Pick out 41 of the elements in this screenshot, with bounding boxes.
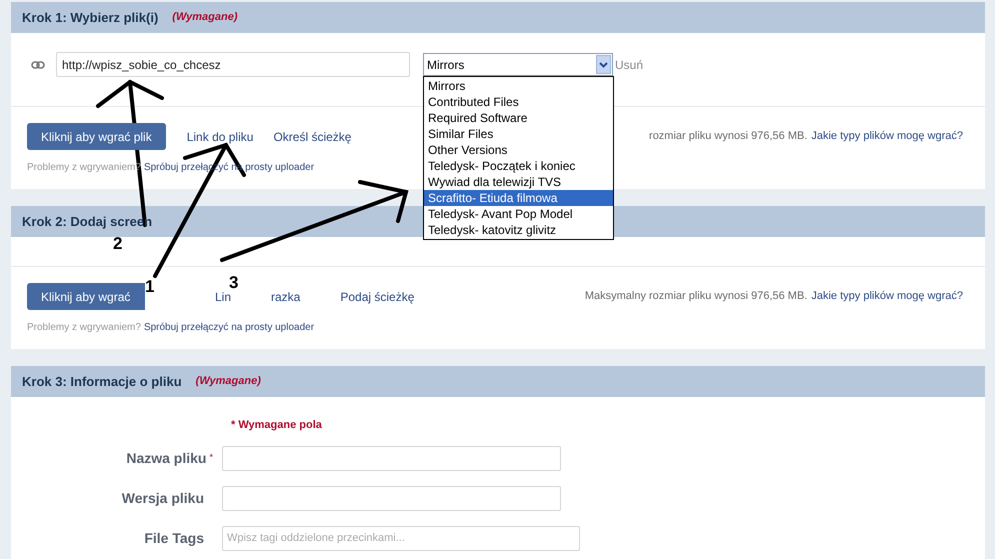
input-field[interactable]: Wpisz tagi oddzielone przecinkami... (222, 526, 580, 550)
dropdown-option[interactable]: Scrafitto- Etiuda filmowa (424, 190, 613, 206)
link-icon (31, 60, 45, 68)
dropdown-option[interactable]: Wywiad dla telewizji TVS (424, 174, 613, 190)
link[interactable]: razka (271, 288, 300, 306)
dropdown-option[interactable]: Similar Files (424, 126, 613, 142)
dropdown-option[interactable]: Mirrors (424, 78, 613, 94)
dropdown-option[interactable]: Teledysk- katovitz glivitz (424, 222, 613, 238)
problems-text: Problemy z wgrywaniem? (27, 321, 141, 335)
dropdown-option[interactable]: Teledysk- Avant Pop Model (424, 206, 613, 222)
url-field[interactable]: http://wpisz_sobie_co_chcesz (56, 52, 410, 77)
input-field[interactable] (222, 446, 561, 470)
link[interactable]: Link do pliku (186, 128, 254, 146)
input-field[interactable] (222, 486, 561, 510)
max-size-text: rozmiar pliku wynosi 976,56 MB. (649, 129, 808, 144)
section-title: Krok 3: Informacje o pliku (22, 372, 182, 391)
required-tag: (Wymagane) (172, 9, 238, 26)
link[interactable]: Podaj ścieżkę (340, 288, 414, 306)
upload-button[interactable]: Kliknij aby wgrać (27, 283, 145, 310)
link[interactable]: Określ ścieżkę (273, 128, 352, 146)
required-note: * Wymagane pola (231, 418, 322, 433)
dropdown-option[interactable]: Other Versions (424, 142, 613, 158)
help-link[interactable]: Jakie typy plików mogę wgrać? (811, 288, 963, 305)
annotation-number: 3 (229, 272, 238, 292)
switch-link[interactable]: Spróbuj przełączyć na prosty uploader (144, 320, 314, 335)
dropdown-option[interactable]: Teledysk- Początek i koniec (424, 158, 613, 174)
dropdown-option[interactable]: Required Software (424, 110, 613, 126)
link[interactable]: Lin (215, 288, 232, 306)
mirror-select[interactable]: Mirrors (423, 53, 613, 76)
dropdown-option[interactable]: Contributed Files (424, 94, 613, 110)
field-label: Nazwa pliku (126, 448, 206, 468)
required-mark: * (209, 451, 213, 464)
annotation-number: 1 (145, 276, 154, 298)
annotation-number: 2 (113, 233, 122, 255)
field-label: File Tags (144, 528, 204, 548)
required-tag: (Wymagane) (196, 373, 261, 390)
help-link[interactable]: Jakie typy plików mogę wgrać? (811, 128, 963, 145)
section-title: Krok 1: Wybierz plik(i) (22, 8, 158, 27)
field-label: Wersja pliku (122, 488, 204, 508)
max-size-text: Maksymalny rozmiar pliku wynosi 976,56 MB. (584, 289, 808, 304)
upload-button[interactable]: Kliknij aby wgrać plik (27, 123, 166, 150)
